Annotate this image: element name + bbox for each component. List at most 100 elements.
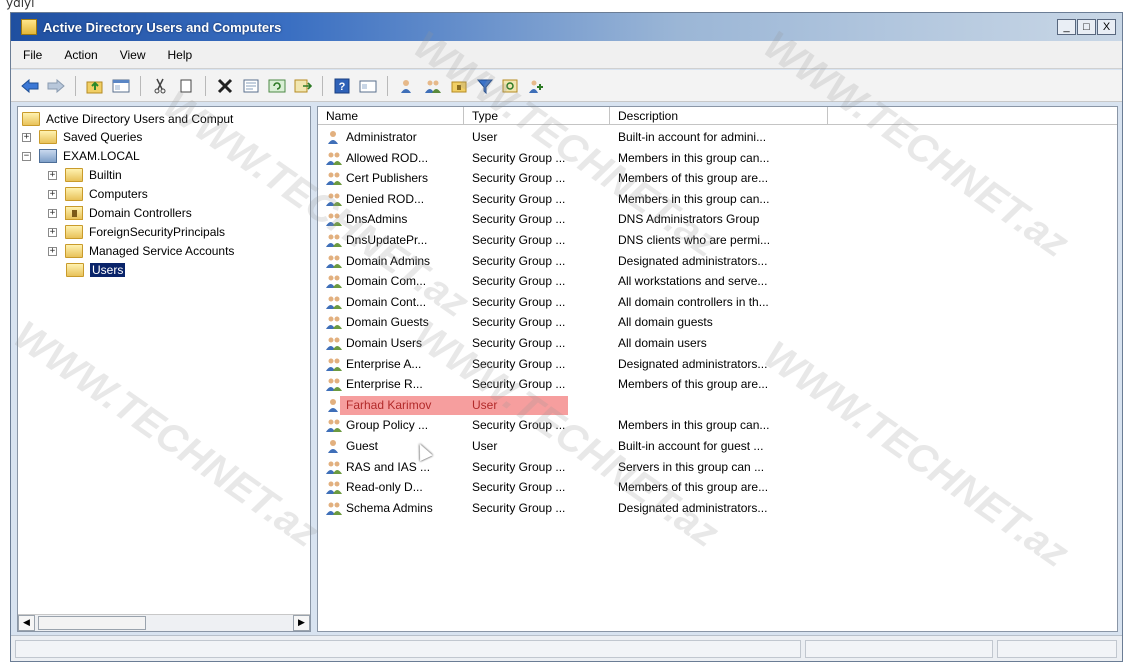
tree-item-label: Managed Service Accounts	[89, 244, 235, 258]
tree-item-builtin[interactable]: + Builtin	[48, 166, 122, 184]
scroll-left-icon[interactable]: ◀	[18, 615, 35, 631]
cut-icon[interactable]	[149, 75, 171, 97]
up-folder-icon[interactable]	[84, 75, 106, 97]
menu-action[interactable]: Action	[64, 48, 97, 62]
list-row[interactable]: Domain Guests Security Group ... All domai…	[318, 312, 1117, 332]
tree-item-exam-local[interactable]: − EXAM.LOCAL	[22, 147, 140, 165]
list-row[interactable]: Read-only D... Security Group ... Members …	[318, 477, 1117, 497]
list-cell-type: User	[472, 397, 498, 412]
menu-view[interactable]: View	[120, 48, 146, 62]
list-cell-type: Security Group ...	[472, 212, 566, 227]
find-icon[interactable]	[500, 75, 522, 97]
expand-icon[interactable]: +	[48, 189, 57, 199]
tree-horizontal-scrollbar[interactable]: ◀ ▶	[18, 614, 310, 631]
title-bar[interactable]: Active Directory Users and Computers _ □…	[11, 13, 1122, 41]
list-row[interactable]: DnsUpdatePr... Security Group ... DNS clie…	[318, 230, 1117, 250]
list-row[interactable]: Group Policy ... Security Group ... Member…	[318, 415, 1117, 435]
list-cell-type: Security Group ...	[472, 274, 566, 289]
list-cell-description: Designated administrators...	[618, 253, 768, 268]
expand-icon[interactable]: +	[48, 246, 57, 256]
toolbar-separator	[140, 75, 141, 96]
list-cell-name: Domain Cont...	[346, 294, 427, 309]
status-segment	[805, 640, 993, 658]
tree-root[interactable]: Active Directory Users and Comput	[22, 110, 233, 128]
help-icon[interactable]: ?	[331, 75, 353, 97]
list-row[interactable]: Administrator User Built-in account for ad…	[318, 127, 1117, 147]
list-row[interactable]: Domain Cont... Security Group ... All doma…	[318, 292, 1117, 312]
back-arrow-icon[interactable]	[19, 75, 41, 97]
column-header-type[interactable]: Type	[464, 107, 610, 125]
close-button[interactable]: X	[1097, 19, 1116, 35]
ou-icon	[65, 206, 83, 220]
new-user-icon[interactable]	[396, 75, 418, 97]
new-ou-icon[interactable]	[448, 75, 470, 97]
list-cell-description: Members in this group can...	[618, 191, 770, 206]
tree-item-label: Users	[90, 263, 126, 277]
domain-icon	[39, 149, 57, 163]
list-row[interactable]: Guest User Built-in account for guest ...	[318, 436, 1117, 456]
list-row[interactable]: Domain Com... Security Group ... All works…	[318, 271, 1117, 291]
folder-icon	[65, 244, 83, 258]
list-cell-type: User	[472, 439, 498, 453]
tree-item-foreign-security-principals[interactable]: + ForeignSecurityPrincipals	[48, 223, 225, 241]
menu-file[interactable]: File	[23, 48, 42, 62]
expand-icon[interactable]: +	[48, 208, 57, 218]
refresh-icon[interactable]	[266, 75, 288, 97]
list-cell-name: Allowed ROD...	[346, 150, 429, 165]
svg-text:?: ?	[339, 81, 346, 93]
group-icon	[326, 358, 342, 371]
forward-arrow-icon[interactable]	[45, 75, 67, 97]
tree-item-users[interactable]: Users	[66, 261, 126, 279]
tree-item-managed-service-accounts[interactable]: + Managed Service Accounts	[48, 242, 234, 260]
minimize-button[interactable]: _	[1057, 19, 1076, 35]
tree-item-label: Computers	[89, 187, 148, 201]
top-text-fragment: ydıyı	[6, 0, 35, 10]
list-row[interactable]: Enterprise A... Security Group ... Designa…	[318, 354, 1117, 374]
expand-icon[interactable]: +	[22, 132, 31, 142]
tree-item-saved-queries[interactable]: + Saved Queries	[22, 128, 142, 146]
menu-help[interactable]: Help	[168, 48, 193, 62]
list-cell-description	[618, 395, 838, 415]
delete-icon[interactable]	[214, 75, 236, 97]
filter-icon[interactable]	[474, 75, 496, 97]
tree-item-domain-controllers[interactable]: + Domain Controllers	[48, 204, 192, 222]
list-row[interactable]: RAS and IAS ... Security Group ... Servers…	[318, 457, 1117, 477]
show-details-icon[interactable]	[357, 75, 379, 97]
list-cell-type: Security Group ...	[472, 191, 566, 206]
list-row[interactable]: Farhad Karimov User	[318, 395, 1117, 415]
status-segment	[15, 640, 801, 658]
list-cell-name: Group Policy ...	[346, 418, 429, 433]
user-icon	[328, 131, 338, 144]
list-row[interactable]: DnsAdmins Security Group ... DNS Administr…	[318, 209, 1117, 229]
maximize-button[interactable]: □	[1077, 19, 1096, 35]
list-cell-type: Security Group ...	[472, 233, 566, 247]
list-cell-description: All domain guests	[618, 315, 713, 330]
tree-item-computers[interactable]: + Computers	[48, 185, 148, 203]
copy-icon[interactable]	[175, 75, 197, 97]
list-row[interactable]: Schema Admins Security Group ... Designate…	[318, 498, 1117, 518]
add-to-group-icon[interactable]	[526, 75, 548, 97]
list-row[interactable]: Domain Admins Security Group ... Designate…	[318, 251, 1117, 271]
list-row[interactable]: Enterprise R... Security Group ... Members…	[318, 374, 1117, 394]
column-header-description[interactable]: Description	[610, 107, 828, 125]
list-row[interactable]: Denied ROD... Security Group ... Members i…	[318, 189, 1117, 209]
list-cell-type: Security Group ...	[472, 315, 566, 330]
list-cell-name: Read-only D...	[346, 480, 423, 495]
collapse-icon[interactable]: −	[22, 151, 31, 161]
scroll-right-icon[interactable]: ▶	[293, 615, 310, 631]
show-hide-console-tree-icon[interactable]	[110, 75, 132, 97]
column-header-name[interactable]: Name	[318, 107, 464, 125]
list-cell-name: Domain Com...	[346, 274, 427, 289]
export-list-icon[interactable]	[292, 75, 314, 97]
list-row[interactable]: Cert Publishers Security Group ... Members…	[318, 168, 1117, 188]
list-row[interactable]: Allowed ROD... Security Group ... Members …	[318, 148, 1117, 168]
expand-icon[interactable]: +	[48, 227, 57, 237]
properties-icon[interactable]	[240, 75, 262, 97]
expand-icon[interactable]: +	[48, 170, 57, 180]
new-group-icon[interactable]	[422, 75, 444, 97]
scroll-thumb[interactable]	[38, 616, 146, 630]
group-icon	[326, 419, 342, 433]
folder-icon	[39, 130, 57, 144]
list-row[interactable]: Domain Users Security Group ... All domain…	[318, 333, 1117, 353]
details-list: Name Type Description Administrator User B…	[317, 106, 1118, 632]
